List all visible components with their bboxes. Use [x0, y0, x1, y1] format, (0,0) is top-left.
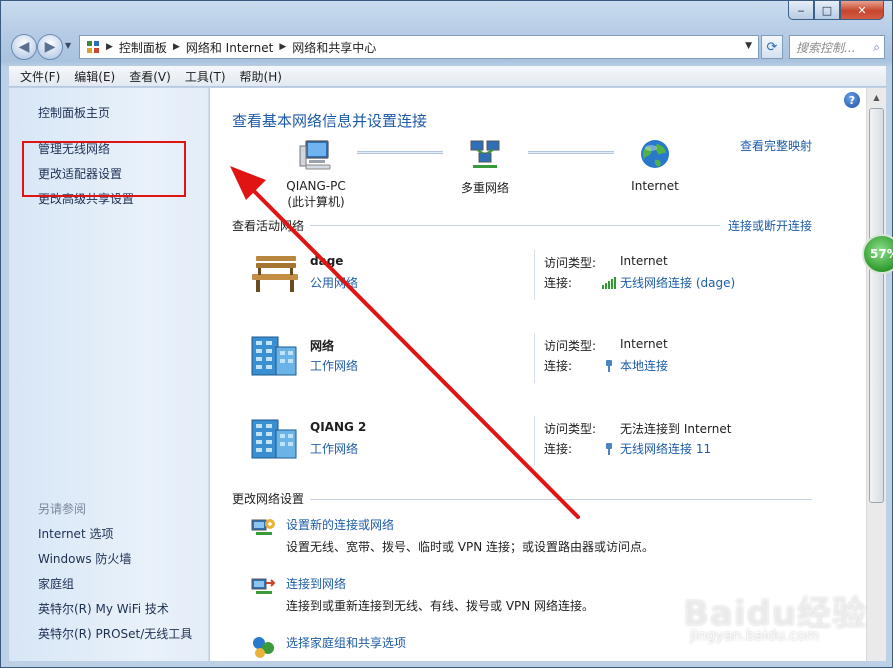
annotation-arrow: [230, 166, 580, 519]
watermark-url: jingyan.baidu.com: [690, 628, 820, 644]
